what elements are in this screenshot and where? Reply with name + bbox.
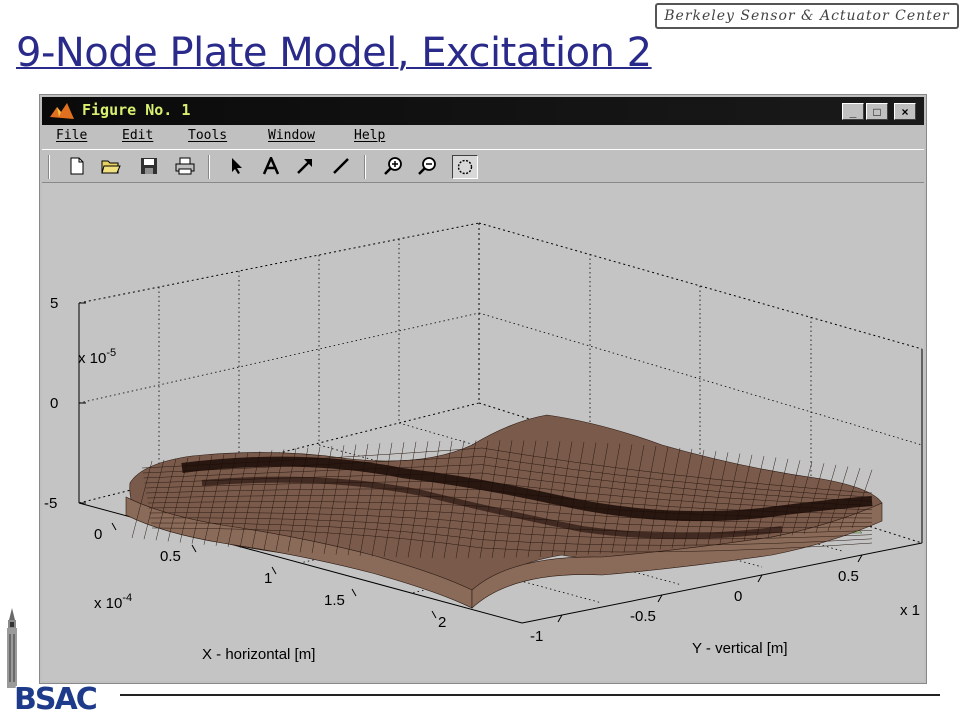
minimize-button[interactable]: _ [842, 103, 864, 120]
y-tick-label: 0.5 [838, 568, 859, 585]
toolbar-separator [208, 155, 210, 179]
z-tick-label: 0 [50, 395, 58, 412]
select-button[interactable] [226, 155, 248, 177]
zoom-out-icon [418, 157, 436, 175]
pointer-icon [232, 158, 242, 174]
menu-window[interactable]: Window [268, 128, 315, 143]
x-tick-label: 1 [264, 570, 272, 587]
figure-window: Figure No. 1 _ □ × File Edit Tools Windo… [39, 94, 927, 684]
arrow-button[interactable] [294, 155, 316, 177]
z-exponent-label: x 10-5 [78, 347, 116, 367]
org-badge: Berkeley Sensor & Actuator Center [655, 3, 959, 29]
menu-help[interactable]: Help [354, 128, 385, 143]
y-tick-label: 0 [734, 588, 742, 605]
x-exponent-label: x 10-4 [94, 592, 132, 612]
arrow-icon [297, 159, 312, 174]
save-icon [141, 158, 157, 174]
x-tick-label: 2 [438, 614, 446, 631]
text-button[interactable] [260, 155, 282, 177]
menu-file[interactable]: File [56, 128, 87, 143]
print-icon [175, 157, 195, 175]
x-tick-label: 0.5 [160, 548, 181, 565]
x-tick-label: 0 [94, 526, 102, 543]
open-button[interactable] [100, 155, 122, 177]
text-icon [262, 157, 280, 175]
zoom-out-button[interactable] [416, 155, 438, 177]
close-button[interactable]: × [894, 103, 916, 120]
z-tick-label: -5 [44, 495, 57, 512]
window-title: Figure No. 1 [82, 101, 191, 119]
line-button[interactable] [330, 155, 352, 177]
rotate-3d-button[interactable] [452, 155, 478, 179]
toolbar-grip [48, 155, 50, 179]
maximize-button[interactable]: □ [866, 103, 888, 120]
print-button[interactable] [174, 155, 196, 177]
rotate-icon [457, 159, 473, 175]
menu-edit[interactable]: Edit [122, 128, 153, 143]
toolbar-separator [364, 155, 366, 179]
menu-bar: File Edit Tools Window Help [42, 125, 924, 147]
menu-tools[interactable]: Tools [188, 128, 227, 143]
new-file-icon [70, 157, 84, 175]
y-tick-label: -0.5 [630, 608, 656, 625]
footer-rule [120, 694, 940, 696]
surface-plot: x 10-5 5 0 -5 0 0.5 1 1.5 2 x 10-4 X - h… [44, 222, 923, 663]
z-tick-label: 5 [50, 295, 58, 312]
plot-area[interactable]: x 10-5 5 0 -5 0 0.5 1 1.5 2 x 10-4 X - h… [42, 183, 924, 681]
maximize-icon: □ [873, 104, 881, 119]
campanile-tower-icon [7, 608, 17, 688]
zoom-in-button[interactable] [382, 155, 404, 177]
y-tick-label: -1 [530, 628, 543, 645]
save-button[interactable] [138, 155, 160, 177]
y-exponent-label: x 1 [900, 602, 920, 619]
new-file-button[interactable] [66, 155, 88, 177]
minimize-icon: _ [849, 104, 857, 119]
zoom-in-icon [384, 157, 402, 175]
open-folder-icon [101, 160, 121, 174]
window-titlebar[interactable]: Figure No. 1 _ □ × [42, 97, 924, 125]
bsac-logo: BSAC [14, 682, 98, 717]
y-axis-label: Y - vertical [m] [692, 640, 788, 657]
x-axis-label: X - horizontal [m] [202, 646, 315, 663]
slide-title: 9-Node Plate Model, Excitation 2 [16, 30, 652, 76]
matlab-app-icon [50, 103, 74, 119]
close-icon: × [901, 104, 909, 119]
toolbar [42, 149, 924, 183]
line-icon [333, 158, 349, 174]
x-tick-label: 1.5 [324, 592, 345, 609]
